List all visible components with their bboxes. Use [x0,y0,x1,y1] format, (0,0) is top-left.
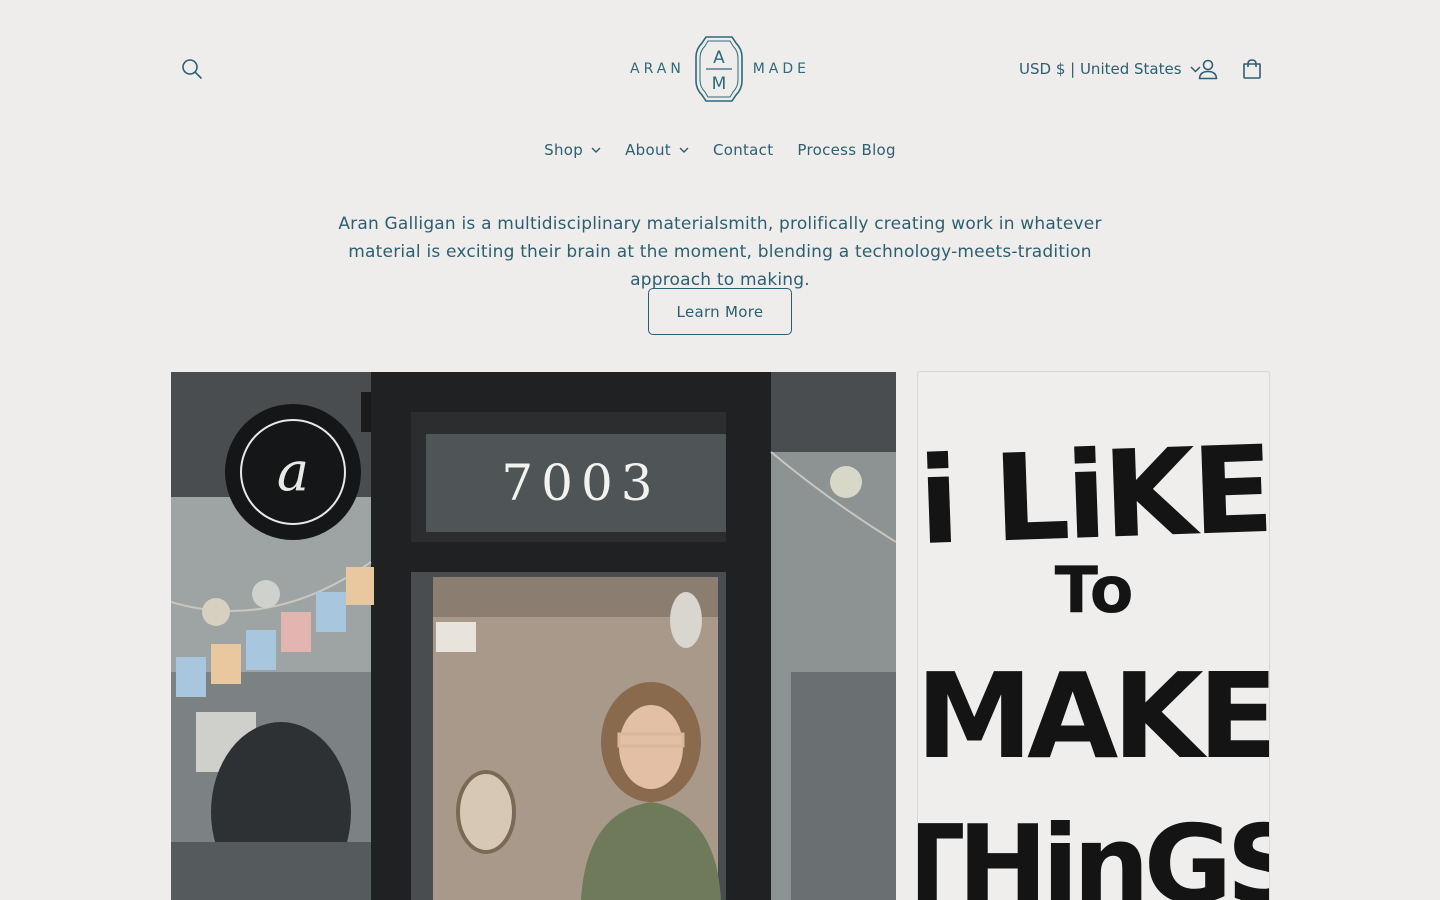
chevron-down-icon [591,147,601,153]
search-button[interactable] [170,47,214,91]
nav-item-label: About [625,141,671,159]
learn-more-button[interactable]: Learn More [648,288,792,335]
account-button[interactable] [1186,47,1230,91]
cart-button[interactable] [1230,47,1274,91]
page: ARAN A M MADE USD $ | United States Shop… [0,0,1440,900]
nav-item-label: Shop [544,141,584,159]
chevron-down-icon [679,147,689,153]
poster-line-1: i LiKE [918,421,1270,572]
cart-icon [1243,59,1261,79]
poster-line-4: THinGS [918,803,1270,900]
nav-item-about[interactable]: About [613,141,701,159]
poster-line-2: To [1054,554,1133,628]
nav-item-contact[interactable]: Contact [701,141,785,159]
site-header: ARAN A M MADE USD $ | United States [0,0,1440,130]
poster-image[interactable]: i LiKE To MAKE THinGS [917,371,1270,900]
currency-selector[interactable]: USD $ | United States [1008,52,1209,86]
intro-text: Aran Galligan is a multidisciplinary mat… [338,214,1102,290]
poster-illustration: i LiKE To MAKE THinGS [918,421,1270,900]
logo-word-right: MADE [752,61,810,77]
nav-item-label: Contact [712,141,774,159]
currency-label: USD $ | United States [1019,60,1182,78]
logo-mark-bottom: M [711,74,726,94]
main-nav: Shop About Contact Process Blog [0,130,1440,170]
poster-line-3: MAKE [918,647,1270,785]
logo-mark: A M [694,36,743,102]
account-icon [1198,59,1218,80]
logo-word-left: ARAN [630,61,685,77]
nav-item-shop[interactable]: Shop [532,141,613,159]
storefront-photo[interactable]: 7003 a [171,372,896,900]
logo-mark-top: A [713,48,725,68]
storefront-illustration: 7003 a [171,372,896,900]
sign-letter: a [277,440,309,503]
nav-item-label: Process Blog [797,141,896,159]
nav-item-process-blog[interactable]: Process Blog [785,141,907,159]
door-number: 7003 [501,454,660,512]
logo[interactable]: ARAN A M MADE [630,33,810,105]
search-icon [182,59,202,79]
